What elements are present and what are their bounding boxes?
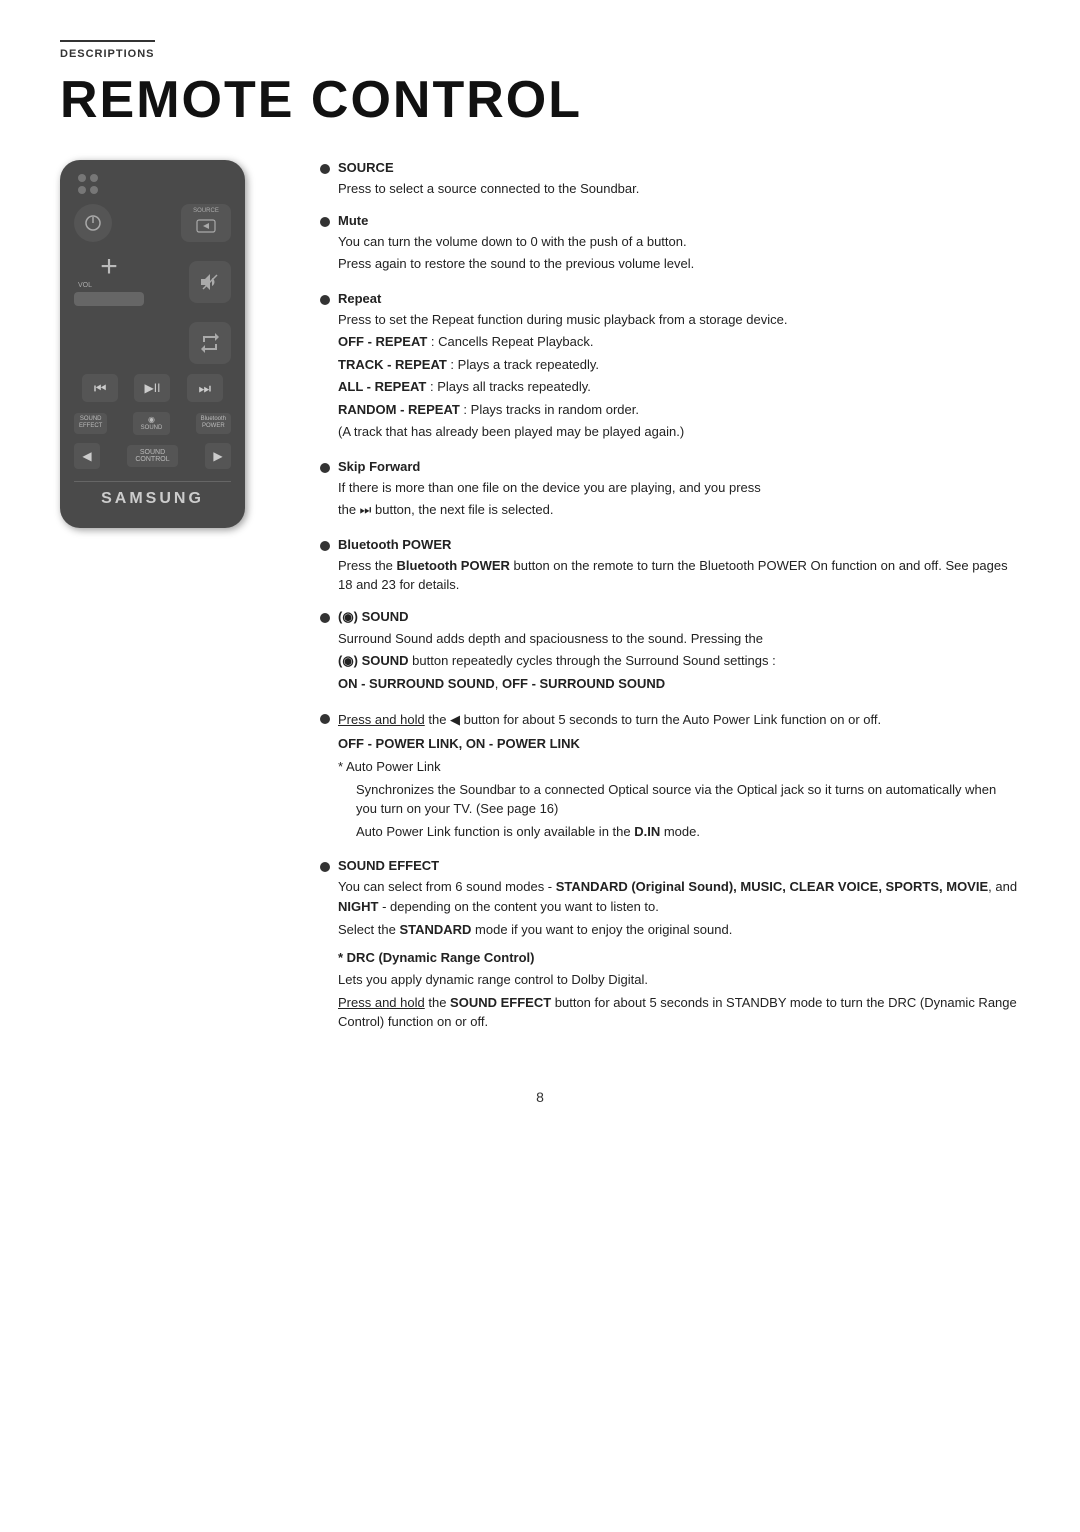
desc-repeat: Repeat Press to set the Repeat function …: [320, 291, 1020, 445]
transport-row: ⏮ ▶II ⏭: [74, 374, 231, 402]
desc-sound-effect: SOUND EFFECT You can select from 6 sound…: [320, 858, 1020, 1035]
bluetooth-power-button[interactable]: BluetoothPOWER: [196, 413, 231, 433]
desc-skip-forward: Skip Forward If there is more than one f…: [320, 459, 1020, 523]
prev-button[interactable]: ⏮: [82, 374, 118, 402]
bullet-bluetooth-power: [320, 541, 330, 551]
remote-top-dots: [78, 174, 231, 194]
next-button[interactable]: ⏭: [187, 374, 223, 402]
sound-control-row: ◀ SOUNDCONTROL ▶: [74, 443, 231, 469]
vol-label: VOL: [78, 282, 92, 289]
press-hold-sound-effect: Press and hold: [338, 995, 425, 1010]
sound-content: (◉) SOUND Surround Sound adds depth and …: [338, 609, 1020, 697]
section-label: DESCRIPTIONS: [60, 40, 155, 60]
sound-effect-title: SOUND EFFECT: [338, 858, 1020, 873]
play-pause-button[interactable]: ▶II: [134, 374, 170, 402]
vol-area: VOL: [74, 282, 144, 306]
sound-effect-button[interactable]: SOUNDEFFECT: [74, 413, 107, 433]
desc-mute: Mute You can turn the volume down to 0 w…: [320, 213, 1020, 277]
sound-control-left[interactable]: ◀: [74, 443, 100, 469]
mute-content: Mute You can turn the volume down to 0 w…: [338, 213, 1020, 277]
sound-effect-content: SOUND EFFECT You can select from 6 sound…: [338, 858, 1020, 1035]
dot1: [78, 174, 86, 182]
row-repeat: [74, 322, 231, 364]
mute-button[interactable]: [189, 261, 231, 303]
bullet-skip-forward: [320, 463, 330, 473]
bullet-repeat: [320, 295, 330, 305]
sound-control-right[interactable]: ▶: [205, 443, 231, 469]
samsung-logo: SAMSUNG: [74, 481, 231, 508]
source-content: SOURCE Press to select a source connecte…: [338, 160, 1020, 199]
desc-auto-power-link: Press and hold the ◀ button for about 5 …: [320, 710, 1020, 844]
sound-surround-button[interactable]: ◉ SOUND: [133, 412, 171, 435]
main-content: SOURCE + VOL: [60, 160, 1020, 1049]
remote-illustration: SOURCE + VOL: [60, 160, 280, 528]
sound-effect-body: You can select from 6 sound modes - STAN…: [338, 877, 1020, 1032]
page-number: 8: [60, 1089, 1020, 1105]
dot2: [90, 174, 98, 182]
desc-sound: (◉) SOUND Surround Sound adds depth and …: [320, 609, 1020, 697]
row-power-source: SOURCE: [74, 204, 231, 242]
bluetooth-power-title: Bluetooth POWER: [338, 537, 1020, 552]
vol-bar: [74, 292, 144, 306]
sound-title: (◉) SOUND: [338, 609, 1020, 625]
skip-forward-title: Skip Forward: [338, 459, 1020, 474]
source-label: SOURCE: [193, 208, 219, 214]
repeat-button[interactable]: [189, 322, 231, 364]
source-body: Press to select a source connected to th…: [338, 179, 1020, 199]
page-title: REMOTE CONTROL: [60, 70, 1020, 130]
skip-forward-body: If there is more than one file on the de…: [338, 478, 1020, 520]
row-vol-mute: + VOL: [74, 252, 231, 312]
auto-power-link-content: Press and hold the ◀ button for about 5 …: [338, 710, 1020, 844]
repeat-body: Press to set the Repeat function during …: [338, 310, 1020, 442]
dot3: [78, 186, 86, 194]
desc-source: SOURCE Press to select a source connecte…: [320, 160, 1020, 199]
repeat-title: Repeat: [338, 291, 1020, 306]
auto-power-link-body: Press and hold the ◀ button for about 5 …: [338, 710, 1020, 841]
remote-control: SOURCE + VOL: [60, 160, 245, 528]
press-hold-text: Press and hold: [338, 712, 425, 727]
bullet-source: [320, 164, 330, 174]
bullet-sound-effect: [320, 862, 330, 872]
desc-bluetooth-power: Bluetooth POWER Press the Bluetooth POWE…: [320, 537, 1020, 595]
mute-title: Mute: [338, 213, 1020, 228]
skip-forward-content: Skip Forward If there is more than one f…: [338, 459, 1020, 523]
sound-control-label: SOUNDCONTROL: [127, 445, 177, 467]
repeat-content: Repeat Press to set the Repeat function …: [338, 291, 1020, 445]
bluetooth-power-body: Press the Bluetooth POWER button on the …: [338, 556, 1020, 595]
bluetooth-power-content: Bluetooth POWER Press the Bluetooth POWE…: [338, 537, 1020, 595]
mute-body: You can turn the volume down to 0 with t…: [338, 232, 1020, 274]
power-button[interactable]: [74, 204, 112, 242]
dot4: [90, 186, 98, 194]
bullet-sound: [320, 613, 330, 623]
source-button[interactable]: SOURCE: [181, 204, 231, 242]
small-buttons-row: SOUNDEFFECT ◉ SOUND BluetoothPOWER: [74, 412, 231, 435]
bullet-mute: [320, 217, 330, 227]
bullet-auto-power-link: [320, 714, 330, 724]
source-title: SOURCE: [338, 160, 1020, 175]
sound-body: Surround Sound adds depth and spaciousne…: [338, 629, 1020, 694]
descriptions-panel: SOURCE Press to select a source connecte…: [320, 160, 1020, 1049]
